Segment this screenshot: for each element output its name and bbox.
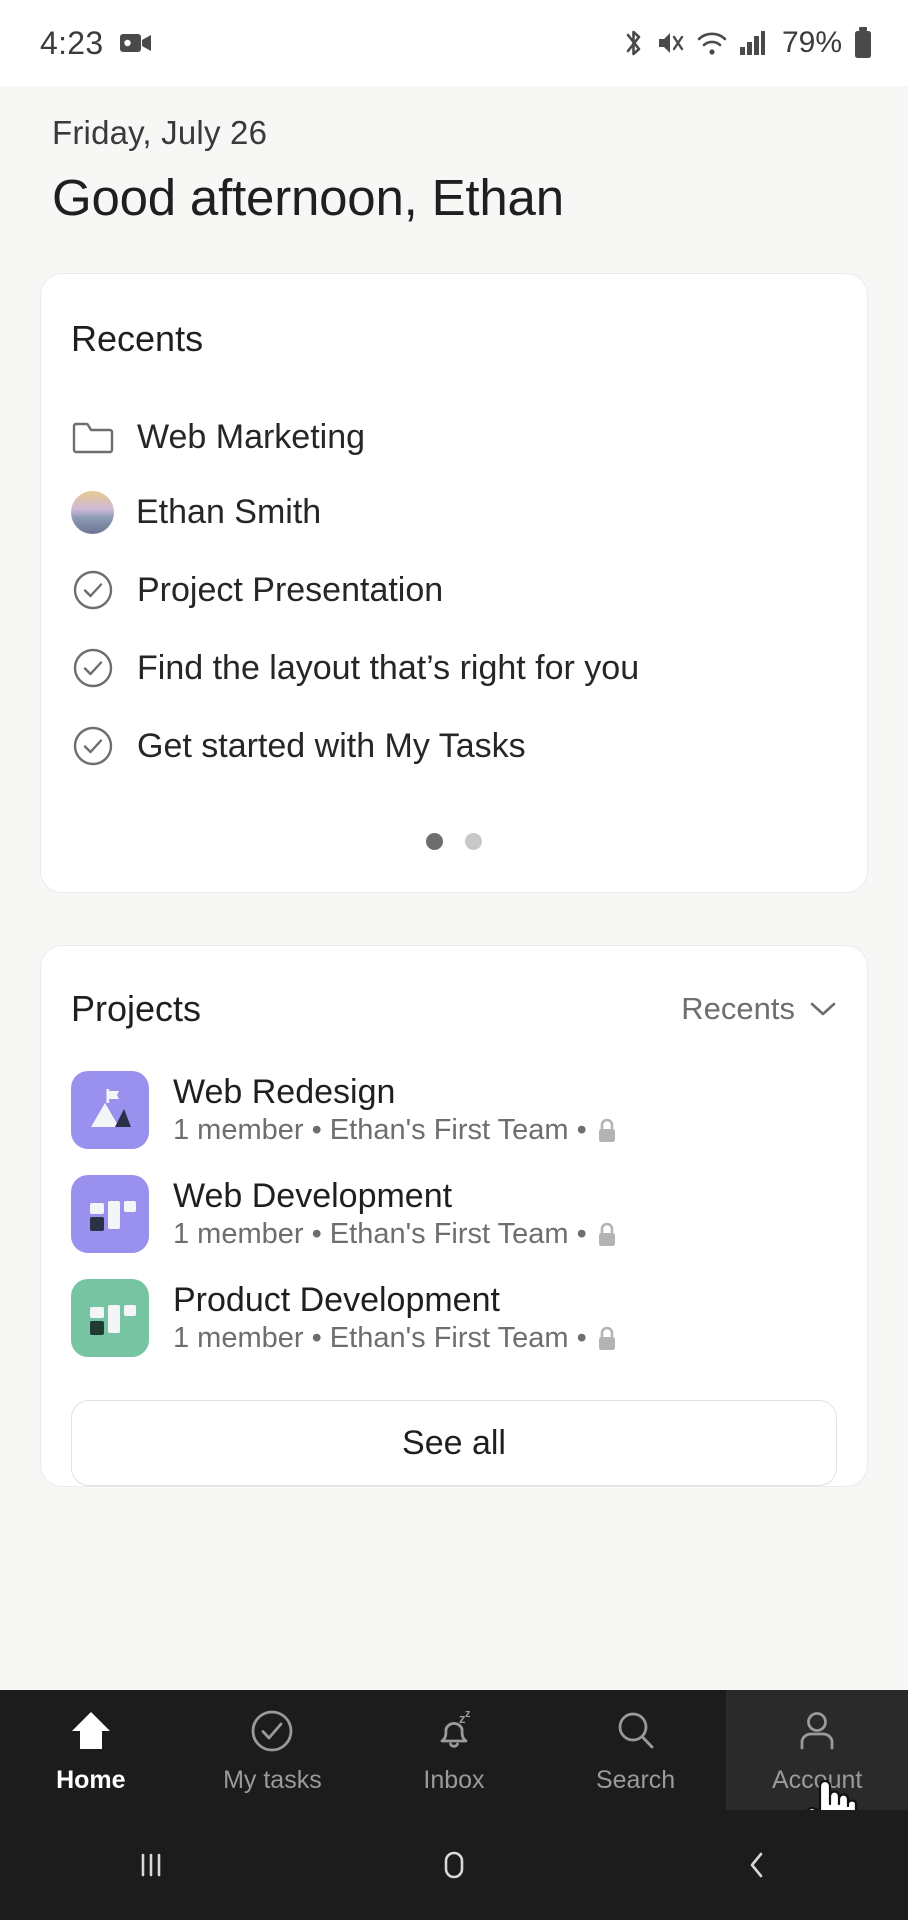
check-circle-icon [71, 646, 115, 690]
project-meta-text: 1 member • Ethan's First Team • [173, 1218, 587, 1250]
list-item[interactable]: Find the layout that’s right for you [41, 629, 867, 707]
project-row[interactable]: Product Development 1 member • Ethan's F… [41, 1266, 867, 1370]
projects-sort-dropdown[interactable]: Recents [681, 991, 837, 1027]
avatar-icon [71, 491, 114, 534]
home-icon [66, 1706, 116, 1756]
person-icon [792, 1706, 842, 1756]
nav-label-search: Search [595, 1765, 676, 1794]
nav-label-home: Home [56, 1765, 126, 1794]
status-bar: 4:23 79% [0, 0, 908, 86]
home-square-icon [434, 1845, 474, 1885]
nav-label-inbox: Inbox [423, 1765, 485, 1794]
recent-apps-icon [131, 1845, 171, 1885]
list-item-label: Ethan Smith [136, 493, 322, 531]
project-name: Web Redesign [173, 1073, 396, 1111]
bluetooth-icon [621, 27, 646, 59]
lock-icon [595, 1221, 619, 1249]
signal-icon [738, 28, 766, 58]
greeting-message: Good afternoon, Ethan [52, 169, 564, 226]
greeting-date: Friday, July 26 [52, 114, 268, 151]
lock-icon [595, 1325, 619, 1353]
pagination-dot[interactable] [465, 833, 482, 850]
list-item[interactable]: Get started with My Tasks [41, 707, 867, 785]
back-button[interactable] [605, 1845, 908, 1885]
project-meta-text: 1 member • Ethan's First Team • [173, 1114, 587, 1146]
carousel-pagination[interactable] [41, 785, 867, 892]
nav-label-account: Account [772, 1765, 863, 1794]
lock-icon [595, 1117, 619, 1145]
check-circle-icon [71, 568, 115, 612]
recents-card: Recents Web Marketing Ethan Smith Projec… [40, 273, 868, 893]
status-time: 4:23 [40, 24, 104, 61]
list-item[interactable]: Ethan Smith [41, 474, 867, 551]
wifi-icon [696, 28, 728, 58]
projects-sort-label: Recents [681, 991, 795, 1026]
bottom-navigation: Home My tasks z z Inbox Search Account [0, 1690, 908, 1810]
chevron-down-icon [809, 1000, 837, 1018]
projects-title: Projects [71, 988, 202, 1029]
project-meta-text: 1 member • Ethan's First Team • [173, 1322, 587, 1354]
back-chevron-icon [737, 1845, 777, 1885]
projects-header: Projects Recents [41, 988, 867, 1030]
project-meta: 1 member • Ethan's First Team • [173, 1322, 619, 1355]
system-navigation-bar [0, 1810, 908, 1920]
home-button[interactable] [303, 1845, 606, 1885]
video-camera-icon [119, 30, 153, 56]
nav-item-my-tasks[interactable]: My tasks [182, 1706, 364, 1795]
mute-icon [656, 27, 686, 59]
projects-card: Projects Recents Web Redesign 1 member •… [40, 945, 868, 1487]
greeting-header: Friday, July 26 Good afternoon, Ethan [0, 86, 908, 227]
phone-screen: 4:23 79% Friday, July 26 Good afternoon,… [0, 0, 908, 1920]
list-item-label: Web Marketing [137, 417, 366, 456]
project-text: Product Development 1 member • Ethan's F… [173, 1281, 619, 1355]
projects-list: Web Redesign 1 member • Ethan's First Te… [41, 1058, 867, 1370]
mountain-icon [71, 1071, 149, 1149]
project-name: Product Development [173, 1281, 500, 1319]
status-bar-right: 79% [621, 26, 874, 60]
recents-title: Recents [71, 318, 204, 359]
pagination-dot-active[interactable] [426, 833, 443, 850]
see-all-button[interactable]: See all [71, 1400, 837, 1486]
project-text: Web Redesign 1 member • Ethan's First Te… [173, 1073, 619, 1147]
svg-text:z: z [465, 1708, 471, 1720]
list-item-label: Find the layout that’s right for you [137, 648, 640, 687]
nav-label-my-tasks: My tasks [223, 1765, 322, 1794]
bell-snooze-icon: z z [429, 1706, 479, 1756]
battery-percent: 79% [781, 26, 842, 59]
list-item-label: Get started with My Tasks [137, 726, 526, 765]
project-meta: 1 member • Ethan's First Team • [173, 1218, 619, 1251]
search-icon [611, 1706, 661, 1756]
check-circle-icon [247, 1706, 297, 1756]
nav-item-inbox[interactable]: z z Inbox [363, 1706, 545, 1795]
list-item[interactable]: Web Marketing [41, 400, 867, 474]
status-bar-left: 4:23 [40, 25, 153, 62]
folder-icon [71, 417, 115, 457]
project-text: Web Development 1 member • Ethan's First… [173, 1177, 619, 1251]
board-icon [71, 1175, 149, 1253]
recents-list: Web Marketing Ethan Smith Project Presen… [41, 400, 867, 785]
project-meta: 1 member • Ethan's First Team • [173, 1114, 619, 1147]
nav-item-home[interactable]: Home [0, 1706, 182, 1795]
project-row[interactable]: Web Redesign 1 member • Ethan's First Te… [41, 1058, 867, 1162]
nav-item-account[interactable]: Account [726, 1690, 908, 1810]
list-item-label: Project Presentation [137, 570, 444, 609]
project-row[interactable]: Web Development 1 member • Ethan's First… [41, 1162, 867, 1266]
nav-item-search[interactable]: Search [545, 1706, 727, 1795]
battery-icon [852, 26, 874, 60]
list-item[interactable]: Project Presentation [41, 551, 867, 629]
recent-apps-button[interactable] [0, 1845, 303, 1885]
check-circle-icon [71, 724, 115, 768]
board-icon [71, 1279, 149, 1357]
project-name: Web Development [173, 1177, 453, 1215]
